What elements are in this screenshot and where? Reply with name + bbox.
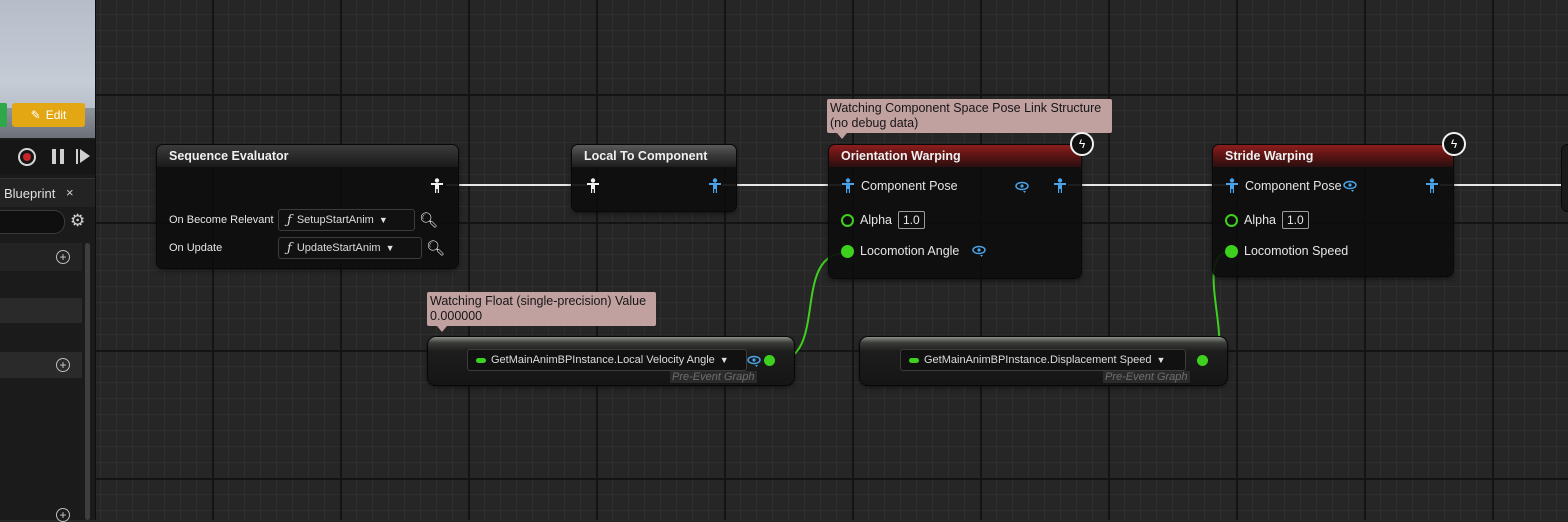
component-pose-pin-row[interactable]: Component Pose	[1225, 178, 1358, 194]
tab-blueprint-label: Blueprint	[4, 186, 56, 201]
step-forward-button[interactable]	[76, 148, 94, 166]
tab-blueprint[interactable]: Blueprint ×	[0, 178, 95, 207]
node-title: Local To Component	[572, 145, 736, 167]
node-title: Sequence Evaluator	[157, 145, 458, 167]
component-pose-input-pin-icon[interactable]	[841, 178, 855, 194]
pause-button[interactable]	[50, 148, 68, 166]
alpha-label: Alpha	[1244, 213, 1276, 227]
alpha-pin[interactable]	[1225, 213, 1238, 227]
add-icon[interactable]: +	[56, 358, 70, 372]
on-become-relevant-value: SetupStartAnim	[296, 214, 374, 226]
component-pose-label: Component Pose	[1245, 179, 1342, 193]
displacement-speed-dropdown[interactable]: GetMainAnimBPInstance.Displacement Speed…	[900, 349, 1186, 371]
pre-event-graph-note: Pre-Event Graph	[1103, 371, 1190, 383]
pose-watch-tooltip: Watching Component Space Pose Link Struc…	[827, 99, 1112, 139]
displacement-speed-getter-node[interactable]: GetMainAnimBPInstance.Displacement Speed…	[860, 337, 1227, 385]
close-icon[interactable]: ×	[66, 185, 74, 200]
locomotion-angle-label: Locomotion Angle	[860, 244, 960, 258]
locomotion-speed-label: Locomotion Speed	[1244, 244, 1349, 258]
local-to-component-node[interactable]: Local To Component	[572, 145, 736, 211]
chevron-down-icon: ▼	[1156, 355, 1166, 365]
on-become-relevant-dropdown[interactable]: ƒ SetupStartAnim ▼	[278, 209, 415, 231]
watch-icon[interactable]	[1342, 179, 1358, 193]
scrollbar[interactable]	[85, 243, 90, 520]
output-float-pin[interactable]	[764, 355, 775, 366]
chevron-down-icon: ▼	[378, 215, 388, 225]
component-pose-input-pin-icon[interactable]	[1225, 178, 1239, 194]
edit-label: Edit	[45, 108, 67, 122]
locomotion-angle-pin-row[interactable]: Locomotion Angle	[841, 244, 987, 258]
lightning-icon: ϟ	[1442, 132, 1466, 156]
edit-button[interactable]: ✎ Edit	[12, 103, 85, 127]
alpha-value-field[interactable]: 1.0	[1281, 211, 1309, 229]
float-watch-line1: Watching Float (single-precision) Value	[430, 294, 647, 308]
node-title: Orientation Warping	[829, 145, 1081, 167]
alpha-label: Alpha	[860, 213, 892, 227]
gear-icon[interactable]: ⚙	[70, 211, 85, 231]
on-update-row: On Update	[169, 242, 222, 254]
component-pose-output-pin-icon[interactable]	[708, 178, 722, 194]
float-type-icon	[909, 357, 919, 363]
pencil-icon: ✎	[30, 108, 41, 122]
green-tab[interactable]	[0, 103, 7, 127]
watch-icon[interactable]	[971, 244, 987, 258]
component-pose-pin-row[interactable]: Component Pose	[841, 178, 958, 194]
pose-output-pin-icon[interactable]	[430, 178, 444, 194]
locomotion-speed-pin-row[interactable]: Locomotion Speed	[1225, 244, 1348, 258]
locomotion-angle-pin[interactable]	[841, 244, 854, 258]
watch-icon[interactable]	[1014, 180, 1030, 194]
on-update-dropdown[interactable]: ƒ UpdateStartAnim ▼	[278, 237, 422, 259]
orientation-warping-node[interactable]: Orientation Warping Component Pose Alpha…	[829, 145, 1081, 278]
output-float-pin[interactable]	[1197, 355, 1208, 366]
float-watch-line2: 0.000000	[430, 309, 483, 323]
velocity-angle-getter-node[interactable]: GetMainAnimBPInstance.Local Velocity Ang…	[428, 337, 794, 385]
on-update-value: UpdateStartAnim	[296, 242, 381, 254]
node-title: Stride Warping	[1213, 145, 1453, 167]
left-panel: ✎ Edit Blueprint × ⚙ + + +	[0, 0, 96, 522]
watch-icon[interactable]	[746, 354, 762, 368]
pose-watch-line1: Watching Component Space Pose Link Struc…	[830, 101, 1102, 115]
section-row-highlight[interactable]	[0, 298, 82, 323]
displacement-speed-label: GetMainAnimBPInstance.Displacement Speed	[924, 354, 1152, 366]
pre-event-graph-note: Pre-Event Graph	[670, 371, 757, 383]
add-icon[interactable]: +	[56, 250, 70, 264]
pose-input-pin-icon[interactable]	[586, 178, 600, 194]
chevron-down-icon: ▼	[385, 243, 395, 253]
on-update-label: On Update	[169, 242, 223, 254]
lightning-icon: ϟ	[1070, 132, 1094, 156]
component-pose-output-pin-icon[interactable]	[1425, 178, 1439, 194]
alpha-pin[interactable]	[841, 213, 854, 227]
locomotion-speed-pin[interactable]	[1225, 244, 1238, 258]
on-become-relevant-label: On Become Relevant	[169, 214, 274, 226]
function-icon: ƒ	[287, 240, 292, 256]
function-icon: ƒ	[287, 212, 292, 228]
on-become-relevant-row: On Become Relevant	[169, 214, 274, 226]
alpha-value-field[interactable]: 1.0	[897, 211, 925, 229]
component-pose-label: Component Pose	[861, 179, 958, 193]
alpha-pin-row[interactable]: Alpha 1.0	[841, 211, 925, 229]
search-input[interactable]	[0, 210, 65, 234]
stride-warping-node[interactable]: Stride Warping Component Pose Alpha 1.0 …	[1213, 145, 1453, 276]
playback-toolbar	[0, 140, 95, 174]
chevron-down-icon: ▼	[719, 355, 729, 365]
sequence-evaluator-node[interactable]: Sequence Evaluator On Become Relevant ƒ …	[157, 145, 458, 268]
pose-watch-line2: (no debug data)	[830, 116, 919, 130]
component-pose-output-pin-icon[interactable]	[1053, 178, 1067, 194]
browse-search-icon[interactable]: 🔍︎	[419, 211, 438, 229]
record-button[interactable]	[18, 148, 36, 166]
next-node-edge[interactable]	[1562, 145, 1568, 211]
browse-search-icon[interactable]: 🔍︎	[426, 239, 445, 257]
velocity-angle-label: GetMainAnimBPInstance.Local Velocity Ang…	[491, 354, 715, 366]
alpha-pin-row[interactable]: Alpha 1.0	[1225, 211, 1309, 229]
float-type-icon	[476, 357, 486, 363]
float-watch-tooltip: Watching Float (single-precision) Value …	[427, 292, 656, 332]
velocity-angle-dropdown[interactable]: GetMainAnimBPInstance.Local Velocity Ang…	[467, 349, 747, 371]
